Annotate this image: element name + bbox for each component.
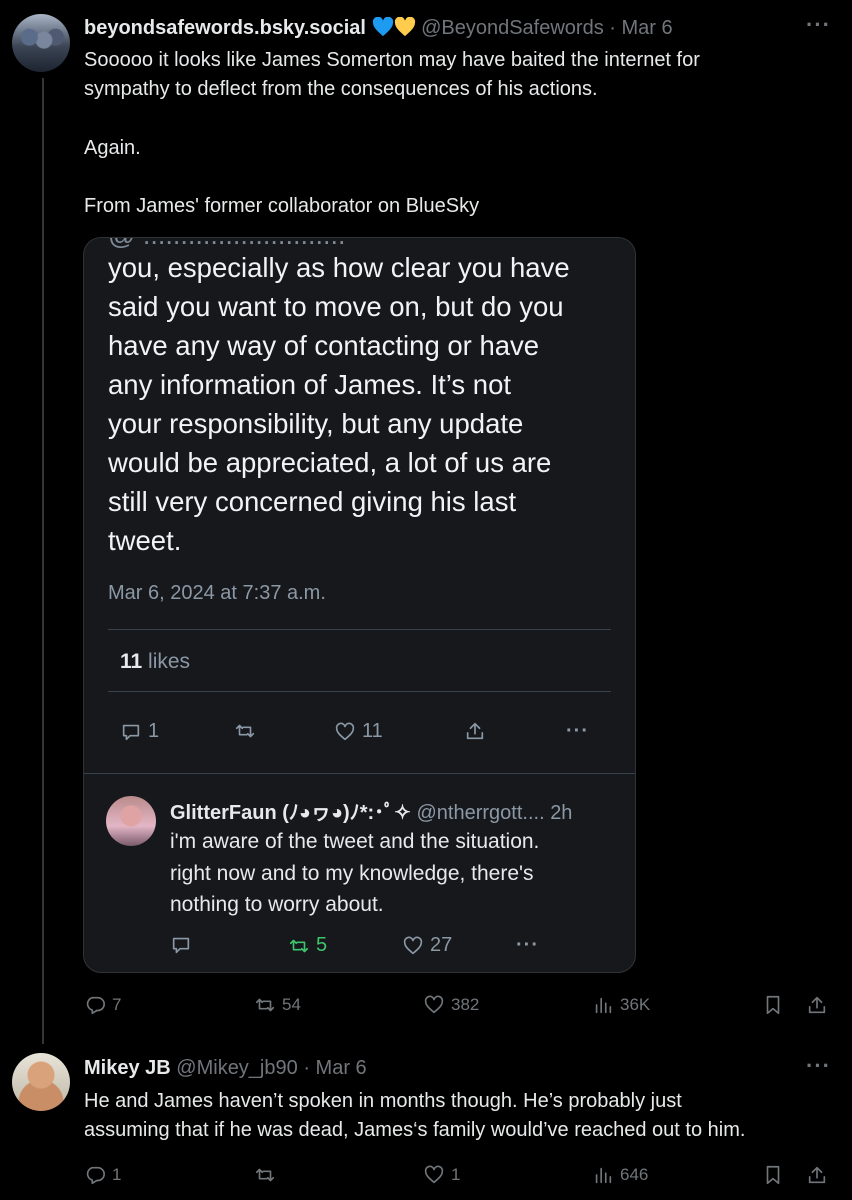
- reply-text-line: nothing to worry about.: [170, 893, 384, 916]
- post-text-again: Again.: [84, 137, 141, 159]
- views-count: 646: [620, 1165, 649, 1184]
- reply-count: 1: [148, 720, 160, 742]
- post-text: Sooooo it looks like James Somerton may …: [84, 46, 844, 104]
- more-icon: ···: [516, 934, 539, 956]
- views-icon: [595, 997, 612, 1014]
- divider: [84, 773, 635, 774]
- avatar[interactable]: [12, 1053, 70, 1111]
- embedded-likes: 11 likes: [120, 650, 190, 674]
- more-icon: ···: [566, 720, 589, 742]
- reply-text: i'm aware of the tweet and the situation…: [170, 826, 620, 921]
- display-name[interactable]: beyondsafewords.bsky.social: [84, 17, 366, 39]
- display-name[interactable]: Mikey JB: [84, 1057, 171, 1079]
- repost-icon: [255, 998, 275, 1012]
- divider: [108, 629, 611, 630]
- views-icon: [595, 1167, 612, 1184]
- reply-button[interactable]: 1: [84, 1164, 121, 1186]
- like-button[interactable]: 1: [423, 1164, 460, 1186]
- like-icon: 11: [334, 720, 383, 743]
- embedded-text-line: have any way of contacting or have: [108, 330, 540, 361]
- like-count: 11: [362, 720, 383, 742]
- blue-heart-icon: [372, 17, 393, 37]
- embedded-action-bar: 1 11 ···: [84, 720, 635, 750]
- embedded-screenshot[interactable]: @ ........................... you, espec…: [83, 237, 636, 973]
- post-header: beyondsafewords.bsky.social @BeyondSafew…: [84, 16, 673, 40]
- like-count: 382: [451, 995, 480, 1014]
- post-text-line: Sooooo it looks like James Somerton may …: [84, 49, 700, 71]
- yellow-heart-icon: [394, 17, 415, 37]
- embedded-post-text: you, especially as how clear you have sa…: [108, 248, 618, 560]
- like-icon: [424, 1165, 444, 1184]
- like-icon: [424, 995, 444, 1014]
- embedded-text-line: any information of James. It’s not: [108, 369, 512, 400]
- like-count: 27: [430, 934, 453, 956]
- share-icon: [808, 996, 826, 1014]
- repost-button[interactable]: 54: [254, 994, 301, 1016]
- bookmark-icon: [766, 1165, 780, 1185]
- handle[interactable]: @BeyondSafewords: [421, 17, 604, 39]
- embedded-text-line: said you want to move on, but do you: [108, 291, 564, 322]
- embedded-text-line: would be appreciated, a lot of us are: [108, 447, 552, 478]
- likes-count: 11: [120, 650, 143, 673]
- avatar: [106, 796, 156, 846]
- avatar[interactable]: [12, 14, 70, 72]
- reply-post-header: Mikey JB @Mikey_jb90 · Mar 6: [84, 1056, 367, 1080]
- more-icon[interactable]: ···: [806, 1053, 831, 1079]
- views-button[interactable]: 36K: [592, 994, 650, 1016]
- embedded-text-line: tweet.: [108, 525, 182, 556]
- repost-count: 5: [316, 934, 328, 956]
- divider: [108, 691, 611, 692]
- reply-time: 2h: [550, 802, 573, 824]
- post-text-line: He and James haven’t spoken in months th…: [84, 1090, 682, 1112]
- bookmark-button[interactable]: [762, 1164, 784, 1186]
- views-count: 36K: [620, 995, 651, 1014]
- views-button[interactable]: 646: [592, 1164, 648, 1186]
- handle[interactable]: @Mikey_jb90: [176, 1057, 297, 1079]
- repost-count: 54: [282, 995, 301, 1014]
- embedded-text-line: still very concerned giving his last: [108, 486, 517, 517]
- reply-icon: [86, 1166, 105, 1185]
- share-icon: [808, 1166, 826, 1184]
- reply-count: 1: [112, 1165, 122, 1184]
- reply-post-text: He and James haven’t spoken in months th…: [84, 1087, 844, 1145]
- display-name: GlitterFaun (ﾉ◕ヮ◕)ﾉ*:･ﾟ✧: [170, 802, 411, 824]
- repost-icon: [255, 1168, 275, 1182]
- more-icon[interactable]: ···: [806, 12, 831, 38]
- share-button[interactable]: [806, 994, 828, 1016]
- post-date[interactable]: · Mar 6: [609, 17, 672, 39]
- reply-icon: [86, 996, 105, 1015]
- like-count: 1: [451, 1165, 461, 1184]
- post-text-line: assuming that if he was dead, James‘s fa…: [84, 1119, 746, 1141]
- bookmark-icon: [766, 995, 780, 1015]
- reply-text-line: right now and to my knowledge, there's: [170, 861, 534, 885]
- reply-count: 7: [112, 995, 122, 1014]
- embedded-text-line: your responsibility, but any update: [108, 408, 524, 439]
- likes-label: likes: [142, 650, 191, 673]
- post-text-source: From James' former collaborator on BlueS…: [84, 195, 480, 217]
- like-button[interactable]: 382: [423, 994, 479, 1016]
- reply-header: GlitterFaun (ﾉ◕ヮ◕)ﾉ*:･ﾟ✧ @ntherrgott....…: [170, 796, 572, 825]
- reply-icon: [170, 934, 192, 956]
- repost-button[interactable]: [254, 1164, 276, 1186]
- upload-icon: [464, 720, 486, 742]
- thread-line: [42, 78, 44, 1044]
- post-text-line: sympathy to deflect from the consequence…: [84, 78, 598, 100]
- like-icon: 27: [402, 934, 452, 957]
- embedded-text-line: you, especially as how clear you have: [108, 252, 570, 283]
- repost-icon: [234, 720, 256, 742]
- repost-icon: 5: [288, 934, 327, 957]
- embedded-timestamp: Mar 6, 2024 at 7:37 a.m.: [108, 582, 326, 604]
- reply-button[interactable]: 7: [84, 994, 121, 1016]
- reply-text-line: i'm aware of the tweet and the situation…: [170, 830, 540, 853]
- handle: @ntherrgott....: [416, 802, 545, 824]
- reply-icon: 1: [120, 720, 159, 743]
- bookmark-button[interactable]: [762, 994, 784, 1016]
- post-date[interactable]: · Mar 6: [303, 1057, 366, 1079]
- share-button[interactable]: [806, 1164, 828, 1186]
